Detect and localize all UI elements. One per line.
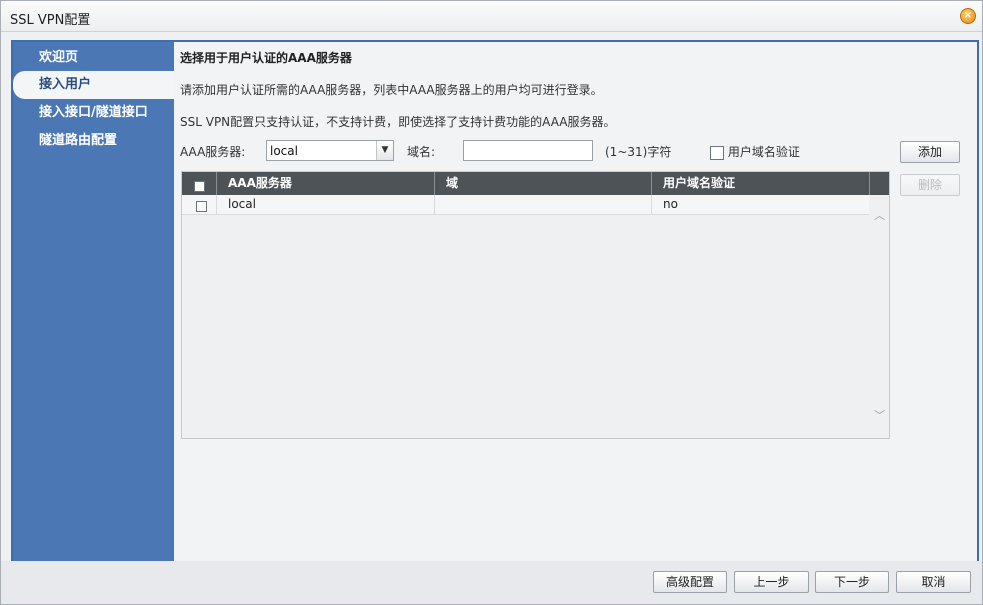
select-all-checkbox[interactable] [194, 180, 205, 192]
column-header-domain[interactable]: 域 [435, 172, 652, 195]
domain-input[interactable] [463, 140, 593, 161]
domain-length-hint: (1~31)字符 [605, 145, 672, 159]
sidebar-item-tunnel-routes[interactable]: 隧道路由配置 [13, 127, 174, 155]
window-title: SSL VPN配置 [10, 13, 91, 28]
sidebar-item-interfaces[interactable]: 接入接口/隧道接口 [13, 99, 174, 127]
footer-bar: 高级配置 上一步 下一步 取消 [1, 561, 982, 604]
note-text: SSL VPN配置只支持认证，不支持计费，即使选择了支持计费功能的AAA服务器。 [180, 115, 616, 129]
column-header-domain-verify[interactable]: 用户域名验证 [652, 172, 870, 195]
column-header-aaa[interactable]: AAA服务器 [217, 172, 435, 195]
aaa-server-value: local [270, 144, 298, 158]
aaa-server-table: AAA服务器 域 用户域名验证 local no ︿ ﹀ [181, 171, 890, 439]
close-icon[interactable]: × [960, 8, 976, 24]
sidebar-item-access-users[interactable]: 接入用户 [13, 71, 174, 99]
add-button[interactable]: 添加 [900, 141, 960, 163]
aaa-server-label: AAA服务器: [180, 145, 246, 159]
title-bar: SSL VPN配置 × [1, 1, 982, 32]
table-scrollbar[interactable]: ︿ ﹀ [870, 195, 889, 438]
cancel-button[interactable]: 取消 [896, 571, 971, 593]
ssl-vpn-config-window: SSL VPN配置 × 欢迎页 接入用户 接入接口/隧道接口 隧道路由配置 选择… [0, 0, 983, 605]
select-all-cell [182, 172, 217, 195]
domain-verify-label: 用户域名验证 [727, 145, 800, 159]
cell-domain [435, 195, 652, 214]
chevron-down-icon[interactable]: ﹀ [873, 407, 886, 423]
next-button[interactable]: 下一步 [815, 571, 889, 593]
advanced-config-button[interactable]: 高级配置 [653, 571, 727, 593]
chevron-up-icon[interactable]: ︿ [873, 207, 886, 223]
row-select-cell [182, 195, 217, 214]
cell-domain-verify: no [663, 197, 678, 211]
previous-button[interactable]: 上一步 [734, 571, 809, 593]
domain-label: 域名: [407, 145, 436, 159]
aaa-server-select[interactable]: local ▼ [266, 140, 394, 161]
table-header: AAA服务器 域 用户域名验证 [182, 172, 889, 195]
domain-verify-checkbox[interactable] [710, 145, 724, 160]
cell-aaa: local [217, 195, 435, 214]
domain-verify-option: 用户域名验证 [710, 143, 800, 160]
description-text: 请添加用户认证所需的AAA服务器，列表中AAA服务器上的用户均可进行登录。 [180, 83, 603, 97]
wizard-frame: 欢迎页 接入用户 接入接口/隧道接口 隧道路由配置 选择用于用户认证的AAA服务… [11, 40, 979, 563]
content-panel: 选择用于用户认证的AAA服务器 请添加用户认证所需的AAA服务器，列表中AAA服… [174, 42, 977, 561]
chevron-down-icon[interactable]: ▼ [376, 141, 393, 160]
delete-button[interactable]: 删除 [900, 174, 960, 196]
sidebar-item-welcome[interactable]: 欢迎页 [13, 44, 174, 72]
row-checkbox[interactable] [196, 200, 207, 212]
wizard-sidebar: 欢迎页 接入用户 接入接口/隧道接口 隧道路由配置 [13, 42, 174, 561]
table-row[interactable]: local no [182, 195, 869, 215]
section-title: 选择用于用户认证的AAA服务器 [180, 51, 352, 65]
